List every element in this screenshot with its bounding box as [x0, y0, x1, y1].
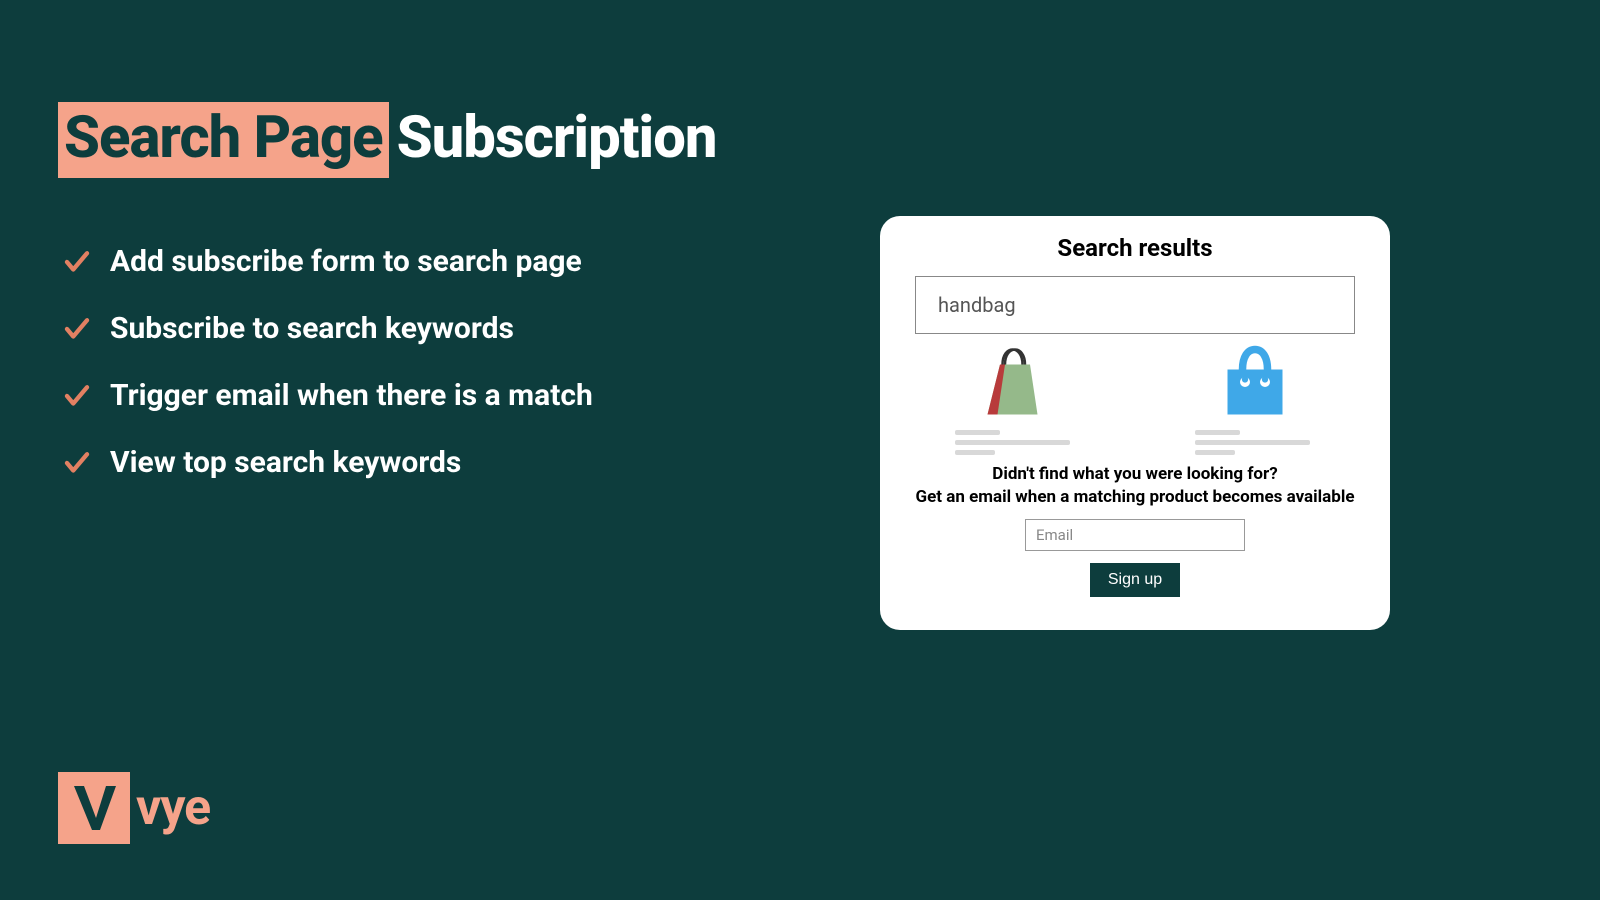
check-icon	[62, 448, 92, 478]
feature-item: Trigger email when there is a match	[62, 378, 593, 413]
logo-text: vye	[136, 779, 210, 837]
feature-item: Subscribe to search keywords	[62, 311, 593, 346]
product-item	[1195, 342, 1315, 455]
prompt-line: Get an email when a matching product bec…	[915, 487, 1354, 507]
title-rest: Subscription	[397, 104, 717, 172]
shopping-bag-icon	[975, 342, 1055, 422]
email-field[interactable]: Email	[1025, 519, 1245, 551]
card-title: Search results	[900, 234, 1370, 262]
product-row	[900, 342, 1370, 455]
feature-label: View top search keywords	[110, 445, 461, 480]
title-highlight: Search Page	[58, 102, 389, 178]
feature-list: Add subscribe form to search page Subscr…	[62, 244, 593, 480]
slide-title: Search PageSubscription	[58, 104, 717, 172]
logo-mark	[58, 772, 130, 844]
signup-button[interactable]: Sign up	[1090, 563, 1180, 597]
handbag-icon	[1215, 342, 1295, 422]
product-item	[955, 342, 1075, 455]
prompt-line: Didn't find what you were looking for?	[992, 464, 1277, 484]
feature-label: Trigger email when there is a match	[110, 378, 593, 413]
feature-item: Add subscribe form to search page	[62, 244, 593, 279]
feature-label: Subscribe to search keywords	[110, 311, 514, 346]
check-icon	[62, 381, 92, 411]
search-results-card: Search results handbag	[880, 216, 1390, 630]
skeleton-placeholder	[955, 430, 1075, 455]
search-value: handbag	[938, 293, 1016, 317]
feature-label: Add subscribe form to search page	[110, 244, 582, 279]
check-icon	[62, 314, 92, 344]
skeleton-placeholder	[1195, 430, 1315, 455]
search-input[interactable]: handbag	[915, 276, 1355, 334]
subscribe-prompt: Didn't find what you were looking for? G…	[900, 463, 1370, 509]
feature-item: View top search keywords	[62, 445, 593, 480]
check-icon	[62, 247, 92, 277]
brand-logo: vye	[58, 772, 210, 844]
email-placeholder: Email	[1036, 526, 1073, 544]
